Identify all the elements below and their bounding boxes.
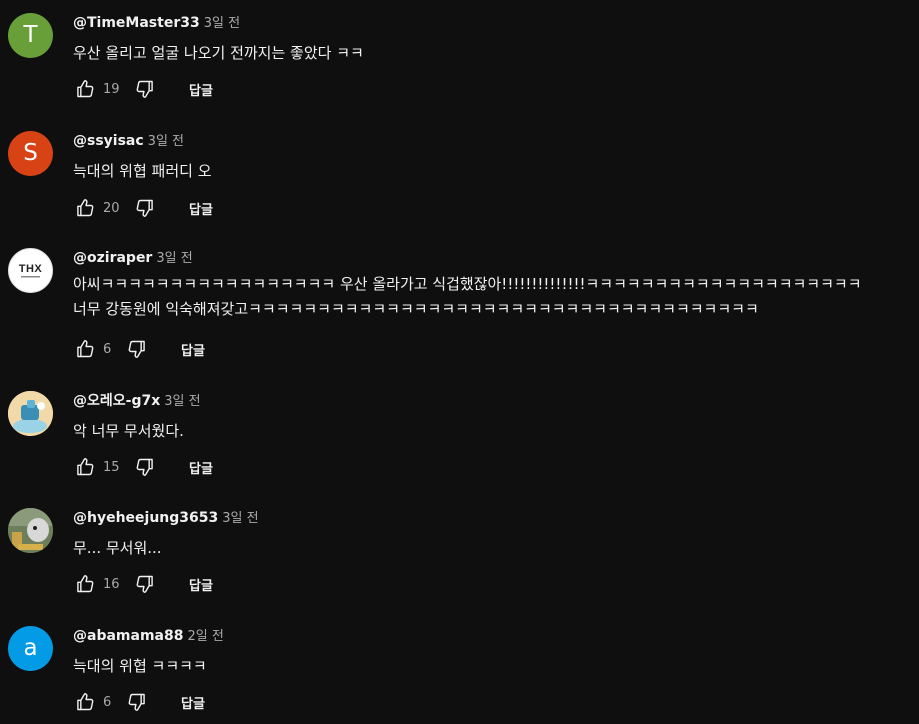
- comment-author[interactable]: @oziraper: [73, 250, 152, 266]
- reply-button[interactable]: 답글: [189, 575, 213, 594]
- thumbs-up-icon: [75, 692, 95, 712]
- avatar[interactable]: [8, 508, 53, 553]
- comment-item: S @ssyisac 3일 전 늑대의 위협 패러디 오 20 답글: [0, 118, 919, 235]
- reply-button[interactable]: 답글: [181, 340, 205, 359]
- dislike-button[interactable]: [133, 77, 157, 101]
- photo-avatar-icon: [8, 508, 53, 553]
- thumbs-up-icon: [75, 574, 95, 594]
- thumbs-down-icon: [135, 79, 155, 99]
- comment-text: 악 너무 무서웠다.: [73, 422, 184, 440]
- comment-item: THX @oziraper 3일 전 아씨ㅋㅋㅋㅋㅋㅋㅋㅋㅋㅋㅋㅋㅋㅋㅋㅋㅋ 우산…: [0, 235, 919, 378]
- like-button[interactable]: [73, 337, 97, 361]
- avatar[interactable]: [8, 391, 53, 436]
- comment-author[interactable]: @hyeheejung3653: [73, 510, 218, 526]
- reply-button[interactable]: 답글: [181, 693, 205, 712]
- comment-item: @hyeheejung3653 3일 전 무... 무서워... 16 답글: [0, 495, 919, 613]
- comment-text: 우산 올리고 얼굴 나오기 전까지는 좋았다 ㅋㅋ: [73, 44, 364, 62]
- comment-header: @ssyisac 3일 전: [73, 131, 899, 151]
- comment-text: 아씨ㅋㅋㅋㅋㅋㅋㅋㅋㅋㅋㅋㅋㅋㅋㅋㅋㅋ 우산 올라가고 식겁했잖아!!!!!!!…: [73, 275, 862, 318]
- comment-time[interactable]: 3일 전: [222, 511, 258, 526]
- comment-actions: 16 답글: [73, 572, 213, 596]
- comment-actions: 19 답글: [73, 77, 213, 101]
- comment-text: 늑대의 위협 패러디 오: [73, 162, 212, 180]
- comment-time[interactable]: 3일 전: [204, 16, 240, 31]
- avatar[interactable]: THX: [8, 248, 53, 293]
- comment-body: @TimeMaster33 3일 전 우산 올리고 얼굴 나오기 전까지는 좋았다…: [73, 13, 899, 64]
- avatar[interactable]: S: [8, 131, 53, 176]
- comment-time[interactable]: 3일 전: [148, 134, 184, 149]
- comment-author[interactable]: @오레오-g7x: [73, 393, 160, 409]
- thumbs-up-icon: [75, 339, 95, 359]
- comment-item: a @abamama88 2일 전 늑대의 위협 ㅋㅋㅋㅋ 6 답글: [0, 613, 919, 724]
- thx-logo-icon: THX: [19, 263, 43, 277]
- avatar[interactable]: T: [8, 13, 53, 58]
- reply-button[interactable]: 답글: [189, 458, 213, 477]
- comment-header: @hyeheejung3653 3일 전: [73, 508, 899, 528]
- thumbs-up-icon: [75, 457, 95, 477]
- comment-list: T @TimeMaster33 3일 전 우산 올리고 얼굴 나오기 전까지는 좋…: [0, 0, 919, 724]
- comment-header: @TimeMaster33 3일 전: [73, 13, 899, 33]
- thumbs-down-icon: [127, 692, 147, 712]
- comment-item: @오레오-g7x 3일 전 악 너무 무서웠다. 15 답글: [0, 378, 919, 495]
- cartoon-avatar-icon: [8, 391, 53, 436]
- like-button[interactable]: [73, 572, 97, 596]
- comment-time[interactable]: 2일 전: [187, 629, 223, 644]
- like-count: 6: [103, 341, 112, 357]
- like-button[interactable]: [73, 196, 97, 220]
- comment-header: @oziraper 3일 전: [73, 248, 899, 268]
- like-count: 16: [103, 576, 120, 592]
- avatar-letter: T: [23, 22, 38, 48]
- svg-text:THX: THX: [19, 263, 43, 275]
- comment-text: 무... 무서워...: [73, 539, 162, 557]
- reply-button[interactable]: 답글: [189, 80, 213, 99]
- avatar-letter: S: [23, 140, 38, 166]
- dislike-button[interactable]: [125, 337, 149, 361]
- comment-text: 늑대의 위협 ㅋㅋㅋㅋ: [73, 657, 207, 675]
- like-button[interactable]: [73, 77, 97, 101]
- comment-body: @hyeheejung3653 3일 전 무... 무서워...: [73, 508, 899, 559]
- avatar-logo: THX: [9, 249, 52, 292]
- dislike-button[interactable]: [133, 572, 157, 596]
- comment-time[interactable]: 3일 전: [164, 394, 200, 409]
- thumbs-down-icon: [135, 457, 155, 477]
- like-button[interactable]: [73, 690, 97, 714]
- avatar[interactable]: a: [8, 626, 53, 671]
- thumbs-up-icon: [75, 198, 95, 218]
- comment-body: @ssyisac 3일 전 늑대의 위협 패러디 오: [73, 131, 899, 182]
- comment-actions: 6 답글: [73, 337, 205, 361]
- like-count: 19: [103, 81, 120, 97]
- thumbs-down-icon: [127, 339, 147, 359]
- comment-actions: 20 답글: [73, 196, 213, 220]
- dislike-button[interactable]: [133, 196, 157, 220]
- dislike-button[interactable]: [133, 455, 157, 479]
- comment-time[interactable]: 3일 전: [156, 251, 192, 266]
- comment-item: T @TimeMaster33 3일 전 우산 올리고 얼굴 나오기 전까지는 좋…: [0, 0, 919, 118]
- comment-body: @오레오-g7x 3일 전 악 너무 무서웠다.: [73, 391, 899, 442]
- comment-actions: 15 답글: [73, 455, 213, 479]
- thumbs-up-icon: [75, 79, 95, 99]
- reply-button[interactable]: 답글: [189, 199, 213, 218]
- comment-header: @오레오-g7x 3일 전: [73, 391, 899, 411]
- comment-actions: 6 답글: [73, 690, 205, 714]
- like-count: 15: [103, 459, 120, 475]
- thumbs-down-icon: [135, 198, 155, 218]
- like-count: 20: [103, 200, 120, 216]
- comment-author[interactable]: @abamama88: [73, 628, 183, 644]
- comment-header: @abamama88 2일 전: [73, 626, 899, 646]
- comment-body: @abamama88 2일 전 늑대의 위협 ㅋㅋㅋㅋ: [73, 626, 899, 677]
- comment-author[interactable]: @TimeMaster33: [73, 15, 200, 31]
- comment-body: @oziraper 3일 전 아씨ㅋㅋㅋㅋㅋㅋㅋㅋㅋㅋㅋㅋㅋㅋㅋㅋㅋ 우산 올라가…: [73, 248, 899, 322]
- dislike-button[interactable]: [125, 690, 149, 714]
- like-button[interactable]: [73, 455, 97, 479]
- like-count: 6: [103, 694, 112, 710]
- avatar-letter: a: [23, 635, 38, 661]
- comment-author[interactable]: @ssyisac: [73, 133, 144, 149]
- thumbs-down-icon: [135, 574, 155, 594]
